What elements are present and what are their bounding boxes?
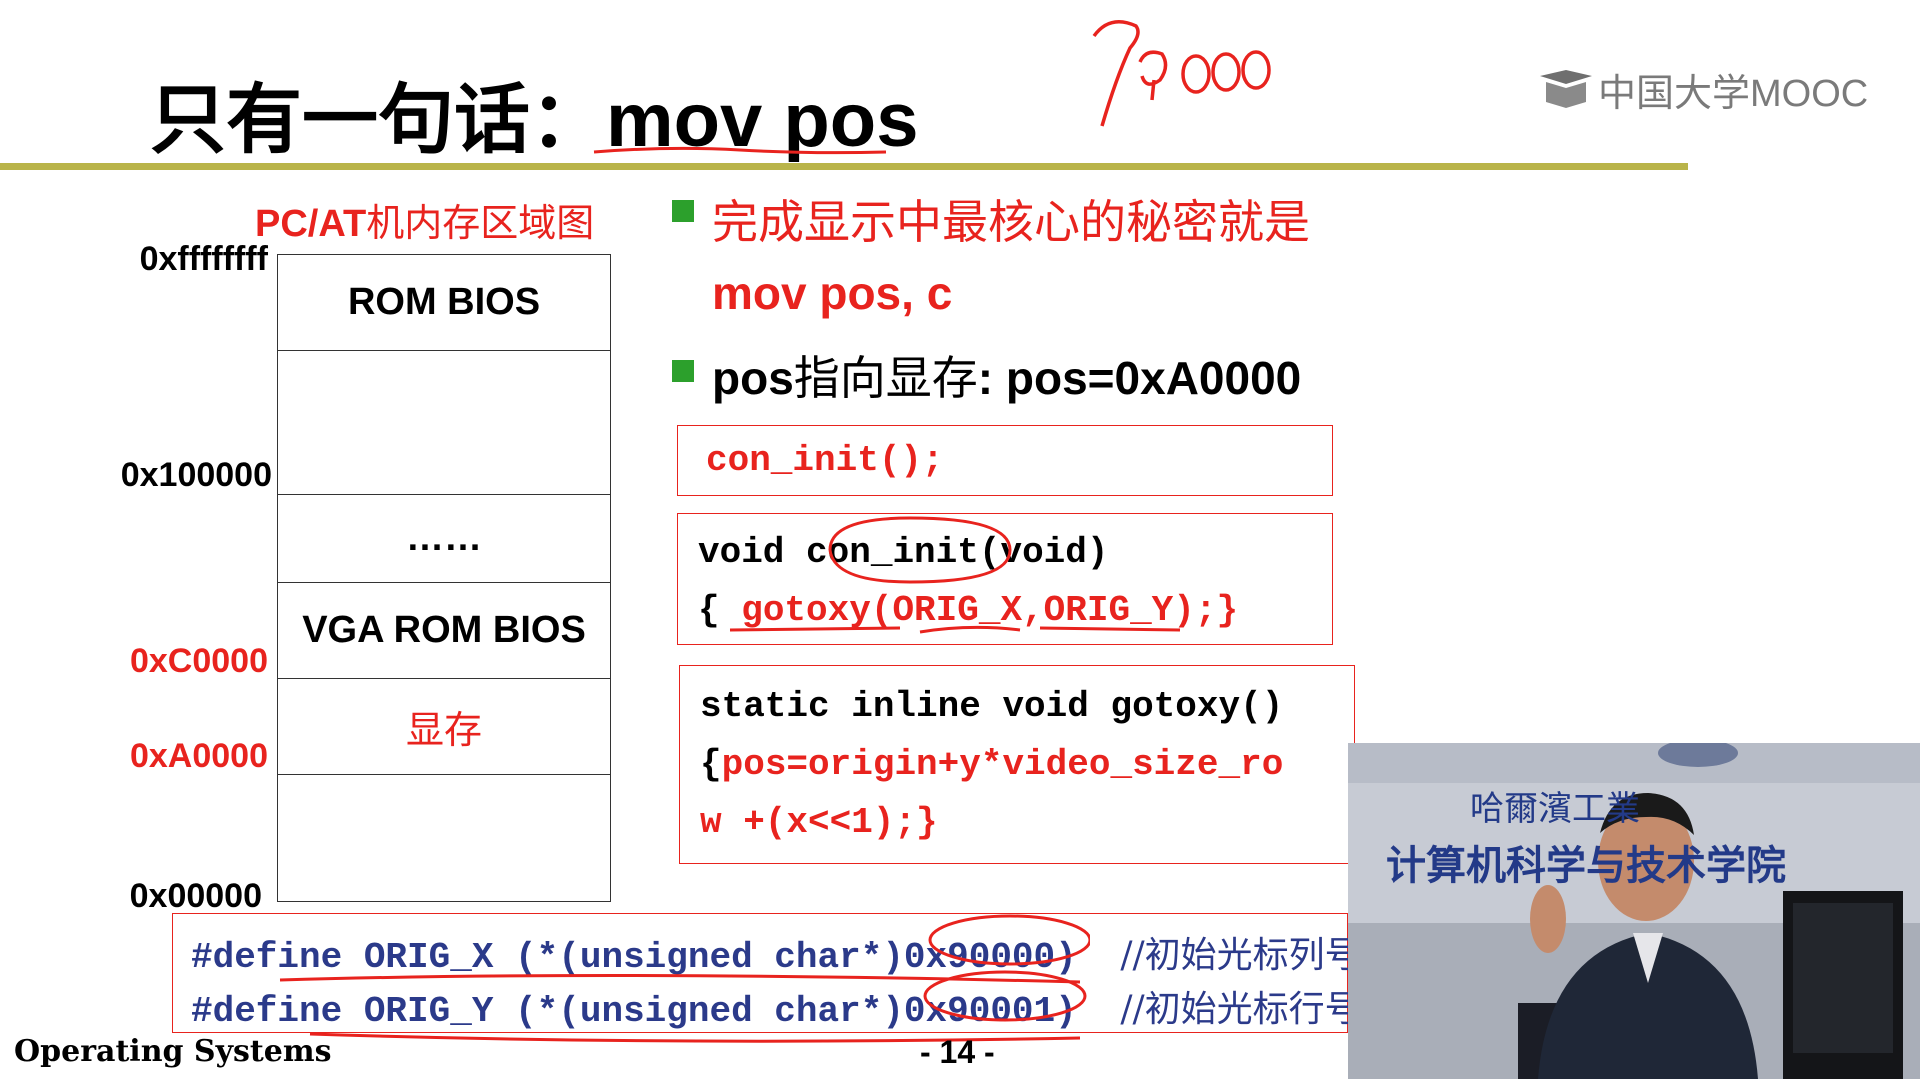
code-pos-assign-cont: w +(x<<1);} (700, 802, 938, 843)
memory-map-title: PC/AT机内存区域图 (255, 192, 594, 247)
video-sign-line2: 计算机科学与技术学院 (1386, 843, 1786, 889)
bullet2-cn: 指向显存 (793, 351, 978, 405)
lecturer-video: 哈爾濱工業 计算机科学与技术学院 (1348, 743, 1920, 1079)
address-top: 0xffffffff (139, 240, 268, 278)
bullet1-line1: 完成显示中最核心的秘密就是 (712, 186, 1310, 252)
address-100000: 0x100000 (120, 456, 272, 494)
ink-circle-con-init (828, 516, 1012, 584)
ink-underline-gotoxy (729, 625, 1181, 634)
bullet2-prefix: pos (712, 352, 794, 404)
define-orig-x-comment: //初始光标列号 (1120, 935, 1361, 976)
bullet1-line1-text: 完成显示中最核心的秘密就是 (712, 195, 1310, 249)
cell-blank-lower (278, 775, 610, 901)
bullet2-suffix: : pos=0xA0000 (977, 352, 1302, 404)
title-chinese: 只有一句话： (150, 75, 606, 164)
handwritten-70000-icon (1092, 20, 1271, 127)
cell-vga-rom-bios: VGA ROM BIOS (278, 583, 610, 679)
bullet-square-icon (672, 360, 694, 382)
memory-map: ROM BIOS …… VGA ROM BIOS 显存 (277, 254, 611, 902)
code-box-con-init-call: con_init(); (677, 425, 1333, 496)
bullet1-line2: mov pos, c (712, 267, 953, 319)
cell-rom-bios: ROM BIOS (278, 255, 610, 351)
address-a0000: 0xA0000 (129, 737, 268, 775)
bullet2-text: pos指向显存: pos=0xA0000 (712, 342, 1301, 408)
memory-map-title-cn: 机内存区域图 (366, 201, 595, 245)
code-gotoxy-signature: static inline void gotoxy() (700, 686, 1284, 727)
title-underline-ink (593, 146, 887, 155)
code-con-init-call: con_init(); (706, 440, 944, 481)
mooc-logo-icon (1540, 70, 1592, 108)
title-divider (0, 163, 1688, 170)
mooc-logo: 中国大学MOOC (1538, 66, 1868, 115)
define-orig-y-comment: //初始光标行号 (1120, 989, 1361, 1030)
code-box-gotoxy-def: static inline void gotoxy() {pos=origin+… (679, 665, 1355, 864)
cell-video-memory: 显存 (278, 679, 610, 775)
code-brace: { (700, 744, 722, 785)
video-sign-line1: 哈爾濱工業 (1470, 789, 1640, 829)
course-name: Operating Systems (14, 1034, 332, 1069)
memory-map-title-prefix: PC/AT (255, 203, 367, 245)
page-number: - 14 - (920, 1034, 995, 1070)
code-pos-assign: pos=origin+y*video_size_ro (721, 744, 1284, 785)
handwritten-annotation: 70000 (1080, 8, 1290, 133)
code-void: void (698, 532, 807, 573)
address-c0000: 0xC0000 (129, 642, 268, 680)
cell-ellipsis: …… (278, 495, 610, 583)
logo-text: 中国大学MOOC (1598, 72, 1869, 115)
slide: 只有一句话：mov pos 70000 中国大学MOOC PC/AT机内存区域图… (0, 0, 1920, 1079)
cell-blank-upper (278, 351, 610, 495)
ink-marks-defines (279, 914, 1090, 1043)
bullet-square-icon (672, 200, 694, 222)
